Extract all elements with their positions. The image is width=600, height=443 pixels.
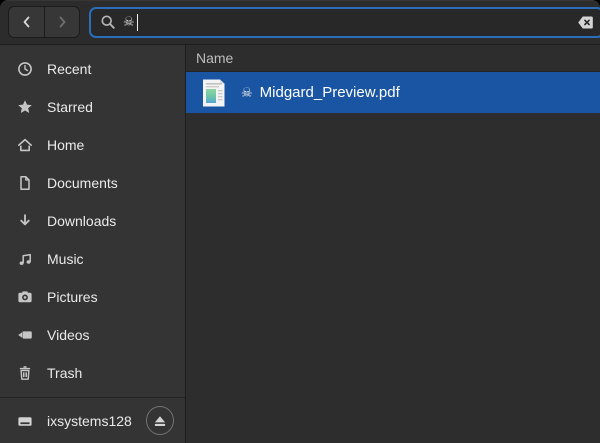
chevron-left-icon	[19, 14, 35, 30]
sidebar-item-label: Pictures	[47, 289, 98, 305]
home-icon	[17, 137, 33, 153]
sidebar-item-home[interactable]: Home	[0, 126, 185, 164]
music-icon	[17, 251, 33, 267]
document-icon	[17, 175, 33, 191]
sidebar-item-downloads[interactable]: Downloads	[0, 202, 185, 240]
headerbar: ☠	[0, 0, 600, 45]
download-icon	[17, 213, 33, 229]
sidebar: Recent Starred Home Documents	[0, 45, 186, 443]
eject-button[interactable]	[146, 406, 174, 435]
chevron-right-icon	[54, 14, 70, 30]
file-list-pane: Name	[186, 45, 600, 443]
sidebar-item-label: Recent	[47, 61, 91, 77]
drive-icon	[17, 413, 33, 429]
search-input[interactable]: ☠	[89, 7, 600, 38]
star-icon	[17, 99, 33, 115]
pdf-document-icon	[198, 77, 230, 109]
column-header-name[interactable]: Name	[186, 45, 600, 72]
search-icon	[100, 14, 116, 30]
eject-icon	[152, 413, 168, 429]
sidebar-item-label: Videos	[47, 327, 90, 343]
forward-button[interactable]	[44, 6, 80, 38]
sidebar-item-label: Music	[47, 251, 84, 267]
sidebar-item-starred[interactable]: Starred	[0, 88, 185, 126]
camera-icon	[17, 289, 33, 305]
skull-glyph: ☠	[241, 85, 253, 101]
sidebar-item-label: Trash	[47, 365, 82, 381]
back-button[interactable]	[8, 6, 44, 38]
file-name: ☠ Midgard_Preview.pdf	[241, 84, 400, 101]
trash-icon	[17, 365, 33, 381]
sidebar-item-pictures[interactable]: Pictures	[0, 278, 185, 316]
clear-search-icon[interactable]	[577, 15, 594, 30]
file-name-text: Midgard_Preview.pdf	[260, 84, 400, 101]
device-label: ixsystems128	[47, 413, 132, 429]
sidebar-item-label: Documents	[47, 175, 118, 191]
sidebar-item-videos[interactable]: Videos	[0, 316, 185, 354]
file-row-midgard-preview[interactable]: ☠ Midgard_Preview.pdf	[186, 72, 600, 113]
sidebar-item-label: Starred	[47, 99, 93, 115]
sidebar-item-device-ixsystems128[interactable]: ixsystems128	[0, 398, 185, 443]
window-content: Recent Starred Home Documents	[0, 45, 600, 443]
navigation-buttons	[8, 6, 80, 38]
sidebar-item-recent[interactable]: Recent	[0, 50, 185, 88]
text-caret	[137, 14, 138, 31]
search-query-text: ☠	[123, 14, 135, 30]
clock-icon	[17, 61, 33, 77]
sidebar-item-label: Home	[47, 137, 84, 153]
sidebar-item-music[interactable]: Music	[0, 240, 185, 278]
sidebar-item-label: Downloads	[47, 213, 116, 229]
sidebar-item-trash[interactable]: Trash	[0, 354, 185, 392]
video-icon	[17, 327, 33, 343]
file-chooser-window: ☠ Recent Starred	[0, 0, 600, 443]
sidebar-item-documents[interactable]: Documents	[0, 164, 185, 202]
